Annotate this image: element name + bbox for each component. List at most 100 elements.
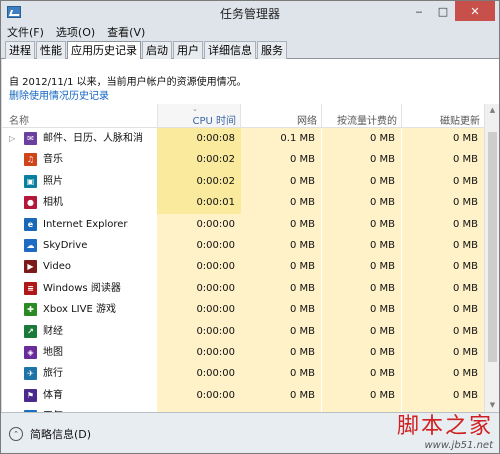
tile-updates-cell: 0 MB xyxy=(402,234,484,257)
app-name: Windows 阅读器 xyxy=(43,282,121,294)
app-name-cell: ♫ 音乐 xyxy=(2,149,157,171)
app-name-cell: e Internet Explorer xyxy=(2,213,157,235)
watermark-logo-text: 脚本之家 xyxy=(396,414,493,439)
chevron-up-icon: ⌃ xyxy=(9,427,23,441)
app-name: 音乐 xyxy=(43,154,63,166)
vertical-scrollbar[interactable]: ▲ ▼ xyxy=(484,104,499,412)
menu-options[interactable]: 选项(O) xyxy=(56,25,95,41)
network-cell: 0 MB xyxy=(241,213,321,235)
column-header-metered-network[interactable]: 按流量计费的网... xyxy=(322,104,401,142)
expand-arrow-icon[interactable]: ▷ xyxy=(9,128,15,149)
scroll-up-arrow-icon[interactable]: ▲ xyxy=(485,104,499,117)
maximize-button[interactable]: □ xyxy=(431,1,455,21)
table-row[interactable]: ▷✉邮件、日历、人脉和消息...0:00:080.1 MB0 MB0 MB xyxy=(2,128,484,165)
network-cell: 0 MB xyxy=(241,170,321,193)
table-row[interactable]: ↗ 财经 0:00:00 0 MB 0 MB 0 MB xyxy=(2,320,484,342)
network-cell: 0 MB xyxy=(241,363,321,385)
metered-network-cell: 0 MB xyxy=(322,341,401,364)
tab-details[interactable]: 详细信息 xyxy=(204,41,256,59)
tab-app-history[interactable]: 应用历史记录 xyxy=(67,41,141,60)
app-name: 财经 xyxy=(43,325,63,337)
tile-updates-cell: 0 MB xyxy=(402,341,484,364)
tab-processes[interactable]: 进程 xyxy=(5,41,35,59)
app-name-cell: ● 相机 xyxy=(2,192,157,214)
network-cell: 0 MB xyxy=(241,277,321,300)
app-name: Video xyxy=(43,261,72,273)
sports-icon: ⚑ xyxy=(24,388,37,402)
metered-network-cell: 0 MB xyxy=(322,128,401,150)
metered-network-cell: 0 MB xyxy=(322,277,401,300)
network-cell: 0 MB xyxy=(241,384,321,407)
metered-network-cell: 0 MB xyxy=(322,170,401,193)
tile-updates-cell: 0 MB xyxy=(402,192,484,214)
skydrive-icon: ☁ xyxy=(24,238,37,252)
cpu-time-cell: 0:00:00 xyxy=(157,363,241,385)
tile-updates-cell: 0 MB xyxy=(402,213,484,235)
table-row[interactable]: ▣ 照片 0:00:02 0 MB 0 MB 0 MB xyxy=(2,170,484,193)
metered-network-cell: 0 MB xyxy=(322,213,401,235)
app-name-cell: ≡ Windows 阅读器 xyxy=(2,277,157,300)
table-row[interactable]: ● 相机 0:00:01 0 MB 0 MB 0 MB xyxy=(2,192,484,214)
column-header-cpu-time[interactable]: ⌄ CPU 时间 xyxy=(157,104,241,127)
table-row[interactable]: ☁ SkyDrive 0:00:00 0 MB 0 MB 0 MB xyxy=(2,234,484,257)
tile-updates-cell: 0 MB xyxy=(402,299,484,321)
network-cell: 0 MB xyxy=(241,192,321,214)
tab-users[interactable]: 用户 xyxy=(173,41,203,59)
table-row[interactable]: ▶ Video 0:00:00 0 MB 0 MB 0 MB xyxy=(2,256,484,278)
cpu-time-cell: 0:00:00 xyxy=(157,234,241,257)
table-row[interactable]: ✚ Xbox LIVE 游戏 0:00:00 0 MB 0 MB 0 MB xyxy=(2,299,484,321)
metered-network-cell: 0 MB xyxy=(322,149,401,171)
column-header-network[interactable]: 网络 xyxy=(241,104,321,127)
app-name: 相机 xyxy=(43,197,63,209)
app-name-cell: ◈ 地图 xyxy=(2,341,157,364)
metered-network-cell: 0 MB xyxy=(322,234,401,257)
sort-descending-icon: ⌄ xyxy=(192,105,198,113)
cpu-time-cell: 0:00:00 xyxy=(157,277,241,300)
network-cell: 0 MB xyxy=(241,256,321,278)
tile-updates-cell: 0 MB xyxy=(402,384,484,407)
metered-network-cell: 0 MB xyxy=(322,299,401,321)
column-header-name[interactable]: 名称 xyxy=(2,104,157,127)
metered-network-cell: 0 MB xyxy=(322,192,401,214)
table-row[interactable]: e Internet Explorer 0:00:00 0 MB 0 MB 0 MB xyxy=(2,213,484,235)
delete-usage-history-link[interactable]: 删除使用情况历史记录 xyxy=(9,87,109,102)
cpu-time-cell: 0:00:00 xyxy=(157,384,241,407)
travel-icon: ✈ xyxy=(24,367,37,381)
fewer-details-button[interactable]: ⌃ 简略信息(D) xyxy=(9,426,91,442)
reader-icon: ≡ xyxy=(24,281,37,295)
tile-updates-cell: 0 MB xyxy=(402,149,484,171)
title-bar[interactable]: 任务管理器 ‒ □ ✕ xyxy=(1,1,499,25)
tile-updates-cell: 0 MB xyxy=(402,363,484,385)
app-name-cell: ✈ 旅行 xyxy=(2,363,157,385)
close-button[interactable]: ✕ xyxy=(455,1,495,21)
table-row[interactable]: ◈ 地图 0:00:00 0 MB 0 MB 0 MB xyxy=(2,341,484,364)
table-header: 名称 ⌄ CPU 时间 网络 按流量计费的网... 磁贴更新 xyxy=(2,104,484,142)
camera-icon: ● xyxy=(24,196,37,210)
app-name-cell: ▷✉邮件、日历、人脉和消息... xyxy=(2,128,157,165)
scrollbar-thumb[interactable] xyxy=(488,132,497,362)
menu-bar: 文件(F) 选项(O) 查看(V) xyxy=(1,25,499,41)
minimize-button[interactable]: ‒ xyxy=(407,1,431,21)
table-row[interactable]: ✈ 旅行 0:00:00 0 MB 0 MB 0 MB xyxy=(2,363,484,385)
network-cell: 0 MB xyxy=(241,299,321,321)
menu-file[interactable]: 文件(F) xyxy=(7,25,44,41)
app-name-cell: ↗ 财经 xyxy=(2,320,157,342)
tile-updates-cell: 0 MB xyxy=(402,128,484,150)
table-row[interactable]: ♫ 音乐 0:00:02 0 MB 0 MB 0 MB xyxy=(2,149,484,171)
table-row[interactable]: ≡ Windows 阅读器 0:00:00 0 MB 0 MB 0 MB xyxy=(2,277,484,300)
app-name-cell: ✚ Xbox LIVE 游戏 xyxy=(2,299,157,321)
menu-view[interactable]: 查看(V) xyxy=(107,25,145,41)
app-name: 地图 xyxy=(43,346,63,358)
table-row[interactable]: ⚑ 体育 0:00:00 0 MB 0 MB 0 MB xyxy=(2,384,484,407)
tab-strip: 进程 性能 应用历史记录 启动 用户 详细信息 服务 xyxy=(1,41,499,60)
cpu-time-cell: 0:00:00 xyxy=(157,213,241,235)
app-name: 旅行 xyxy=(43,368,63,380)
tab-services[interactable]: 服务 xyxy=(257,41,287,59)
maps-icon: ◈ xyxy=(24,345,37,359)
tab-startup[interactable]: 启动 xyxy=(142,41,172,59)
cpu-time-cell: 0:00:08 xyxy=(157,128,241,150)
metered-network-cell: 0 MB xyxy=(322,363,401,385)
tab-performance[interactable]: 性能 xyxy=(36,41,66,59)
column-header-tile-updates[interactable]: 磁贴更新 xyxy=(402,104,484,127)
mail-calendar-people-icon: ✉ xyxy=(24,132,37,145)
